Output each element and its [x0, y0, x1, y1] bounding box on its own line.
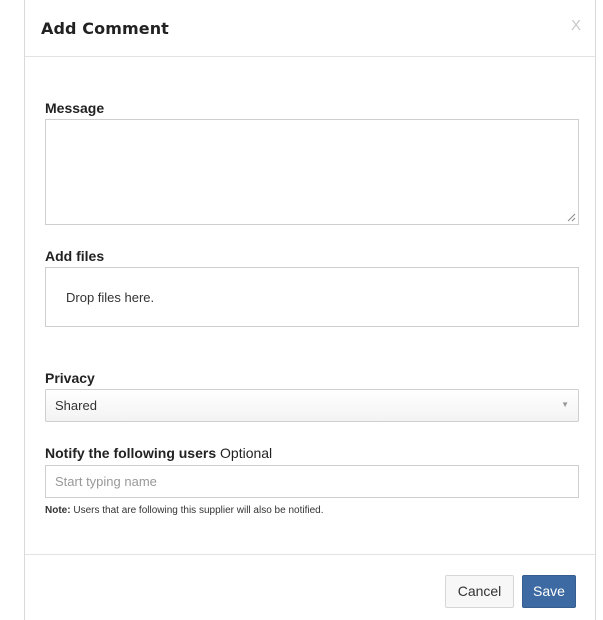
message-textarea[interactable] [45, 119, 579, 225]
chevron-down-icon: ▼ [561, 400, 569, 409]
file-dropzone[interactable]: Drop files here. [45, 267, 579, 327]
note-prefix: Note: [45, 505, 71, 516]
notify-users-input[interactable] [46, 466, 578, 497]
notify-optional-text: Optional [220, 445, 273, 461]
notify-label-text: Notify the following users [45, 445, 217, 461]
privacy-label: Privacy [45, 370, 95, 386]
dialog-header: Add Comment X [25, 0, 595, 57]
note-text: Users that are following this supplier w… [73, 505, 324, 516]
add-files-label: Add files [45, 248, 105, 264]
privacy-select[interactable]: Shared ▼ [45, 389, 579, 422]
add-comment-dialog: Add Comment X Message Add files Drop fil… [24, 0, 596, 620]
dialog-title: Add Comment [41, 19, 169, 38]
save-button[interactable]: Save [522, 575, 576, 608]
message-label: Message [45, 100, 105, 116]
notify-users-field[interactable] [45, 465, 579, 498]
privacy-selected-value: Shared [55, 398, 97, 413]
dropzone-text: Drop files here. [66, 290, 155, 305]
cancel-button[interactable]: Cancel [445, 575, 514, 608]
dialog-footer: Cancel Save [25, 554, 595, 620]
notify-note: Note: Users that are following this supp… [45, 505, 323, 516]
resize-grip-icon[interactable] [566, 212, 576, 222]
notify-label: Notify the following users Optional [45, 445, 272, 461]
close-icon[interactable]: X [571, 17, 581, 34]
